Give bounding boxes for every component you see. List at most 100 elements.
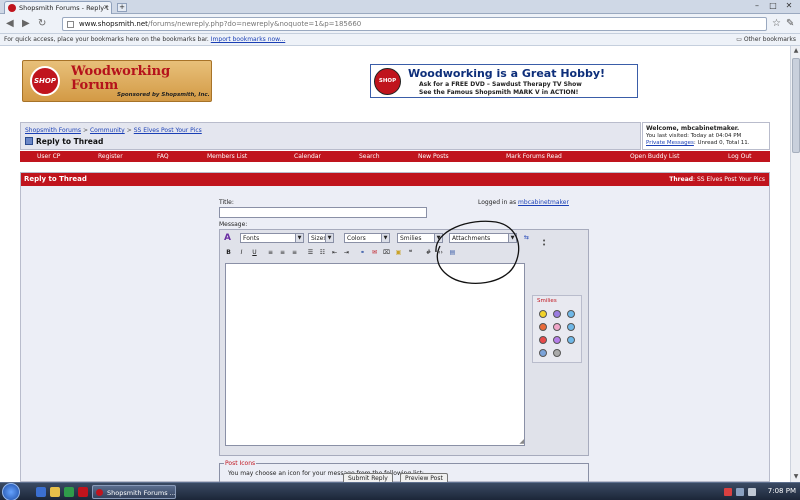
post-icons-legend: Post Icons [224,460,257,467]
smilies-box: Smilies [532,295,582,363]
volume-icon[interactable] [748,488,756,496]
chevron-down-icon: ▼ [295,234,303,242]
link-icon[interactable]: ⚭ [358,248,367,257]
align-center-icon[interactable]: ≡ [278,248,287,257]
clock[interactable]: 7:08 PM [768,487,796,495]
thread-name-link[interactable]: : SS Elves Post Your Pics [693,176,765,183]
smiley-icon[interactable] [567,323,575,331]
nav-log-out[interactable]: Log Out [728,153,752,160]
image-icon[interactable]: ▣ [394,248,403,257]
scroll-down-icon[interactable]: ▼ [792,473,800,481]
smiley-icon[interactable] [539,310,547,318]
nav-user-cp[interactable]: User CP [37,153,60,160]
smiley-icon[interactable] [553,310,561,318]
smiley-icon[interactable] [553,323,561,331]
attachments-select[interactable]: Attachments ▼ [449,233,517,243]
code-hash-icon[interactable]: # [424,248,433,257]
quote-icon[interactable]: ❝ [406,248,415,257]
bullet-list-icon[interactable]: ☷ [318,248,327,257]
nav-faq[interactable]: FAQ [157,153,169,160]
bookmark-star-icon[interactable]: ☆ [772,18,781,29]
breadcrumb: Shopsmith Forums > Community > SS Elves Post… [20,122,641,150]
tray-alert-icon[interactable] [724,488,732,496]
wrench-icon[interactable]: ✎ [786,18,794,29]
banner-line1: Ask for a FREE DVD – Sawdust Therapy TV … [419,81,582,88]
breadcrumb-links: Shopsmith Forums > Community > SS Elves Post… [25,127,202,134]
new-tab-button[interactable]: + [117,3,127,12]
breadcrumb-community[interactable]: Community [90,127,125,134]
back-icon[interactable]: ◀ [6,18,14,29]
folder-quicklaunch-icon[interactable] [50,487,60,497]
shopsmith-favicon-icon [8,4,16,12]
numbered-list-icon[interactable]: ☰ [306,248,315,257]
message-editor: A Fonts ▼ Sizes ▼ Colors ▼ Smilies ▼ Attachm… [219,229,589,456]
outdent-icon[interactable]: ⇤ [330,248,339,257]
editor-toolbar-bottom: B I U ≡ ≡ ≡ ☰ ☷ ⇤ ⇥ ⚭ ✉ ⌧ ▣ ❝ # ‹› ▤ [224,248,584,259]
smiley-icon[interactable] [553,349,561,357]
other-bookmarks[interactable]: ▭ Other bookmarks [736,36,796,43]
align-right-icon[interactable]: ≡ [290,248,299,257]
network-icon[interactable] [736,488,744,496]
colors-select[interactable]: Colors ▼ [344,233,390,243]
breadcrumb-shopsmith-forums[interactable]: Shopsmith Forums [25,127,81,134]
indent-icon[interactable]: ⇥ [342,248,351,257]
start-button-icon[interactable] [2,483,20,500]
italic-button[interactable]: I [237,248,246,257]
username-link[interactable]: mbcabinetmaker [518,199,569,206]
email-icon[interactable]: ✉ [370,248,379,257]
reload-icon[interactable]: ↻ [38,18,46,29]
close-tab-icon[interactable]: x [104,3,108,11]
smiley-icon[interactable] [567,336,575,344]
more-options-icon[interactable]: • • [542,238,546,249]
forum-logo[interactable]: SHOP SMITH Woodworking Forum Sponsored b… [22,60,212,111]
smiley-icon[interactable] [539,323,547,331]
align-left-icon[interactable]: ≡ [266,248,275,257]
font-style-icon[interactable]: A [224,233,231,243]
nav-search[interactable]: Search [359,153,380,160]
close-window-icon[interactable]: ✕ [782,1,796,12]
forward-icon[interactable]: ▶ [22,18,30,29]
fonts-select[interactable]: Fonts ▼ [240,233,304,243]
address-bar[interactable]: www.shopsmith.net/forums/newreply.php?do… [62,17,767,31]
smilies-select[interactable]: Smilies ▼ [397,233,443,243]
nav-mark-forums-read[interactable]: Mark Forums Read [506,153,562,160]
ad-banner[interactable]: SHOP SMITH Woodworking is a Great Hobby!… [370,64,638,109]
chrome-quicklaunch-icon[interactable] [78,487,88,497]
underline-button[interactable]: U [250,248,259,257]
switch-mode-icon[interactable]: ⇆ [522,233,531,242]
page-content: SHOP SMITH Woodworking Forum Sponsored b… [0,46,790,482]
nav-open-buddy-list[interactable]: Open Buddy List [630,153,679,160]
media-quicklaunch-icon[interactable] [64,487,74,497]
forum-navbar: User CP Register FAQ Members List Calend… [20,151,770,162]
title-input[interactable] [219,207,427,218]
minimize-icon[interactable]: – [750,1,764,12]
sizes-select[interactable]: Sizes ▼ [308,233,334,243]
smiley-icon[interactable] [539,349,547,357]
smiley-icon[interactable] [539,336,547,344]
bold-button[interactable]: B [224,248,233,257]
smiley-icon[interactable] [567,310,575,318]
resize-handle-icon[interactable]: ◢ [519,438,524,445]
php-code-icon[interactable]: ▤ [448,248,457,257]
import-bookmarks-link[interactable]: Import bookmarks now... [211,36,286,43]
maximize-icon[interactable]: □ [766,1,780,12]
chevron-down-icon: ▼ [381,234,389,242]
tab-title: Shopsmith Forums - Reply t [19,4,109,12]
private-messages-link[interactable]: Private Messages [646,140,694,146]
scroll-up-icon[interactable]: ▲ [792,47,800,55]
nav-calendar[interactable]: Calendar [294,153,321,160]
page-scrollbar[interactable]: ▲ ▼ [790,46,800,482]
nav-members-list[interactable]: Members List [207,153,247,160]
logo-line1: Woodworking [71,64,171,79]
smiley-icon[interactable] [553,336,561,344]
breadcrumb-thread[interactable]: SS Elves Post Your Pics [134,127,202,134]
message-textarea[interactable]: ◢ [225,263,525,446]
nav-register[interactable]: Register [98,153,123,160]
ie-quicklaunch-icon[interactable] [36,487,46,497]
html-code-icon[interactable]: ‹› [436,248,445,257]
scrollbar-thumb[interactable] [792,58,800,153]
taskbar-item-browser[interactable]: Shopsmith Forums ... [92,485,176,499]
unlink-icon[interactable]: ⌧ [382,248,391,257]
browser-tab[interactable]: Shopsmith Forums - Reply t x [4,1,112,14]
nav-new-posts[interactable]: New Posts [418,153,449,160]
